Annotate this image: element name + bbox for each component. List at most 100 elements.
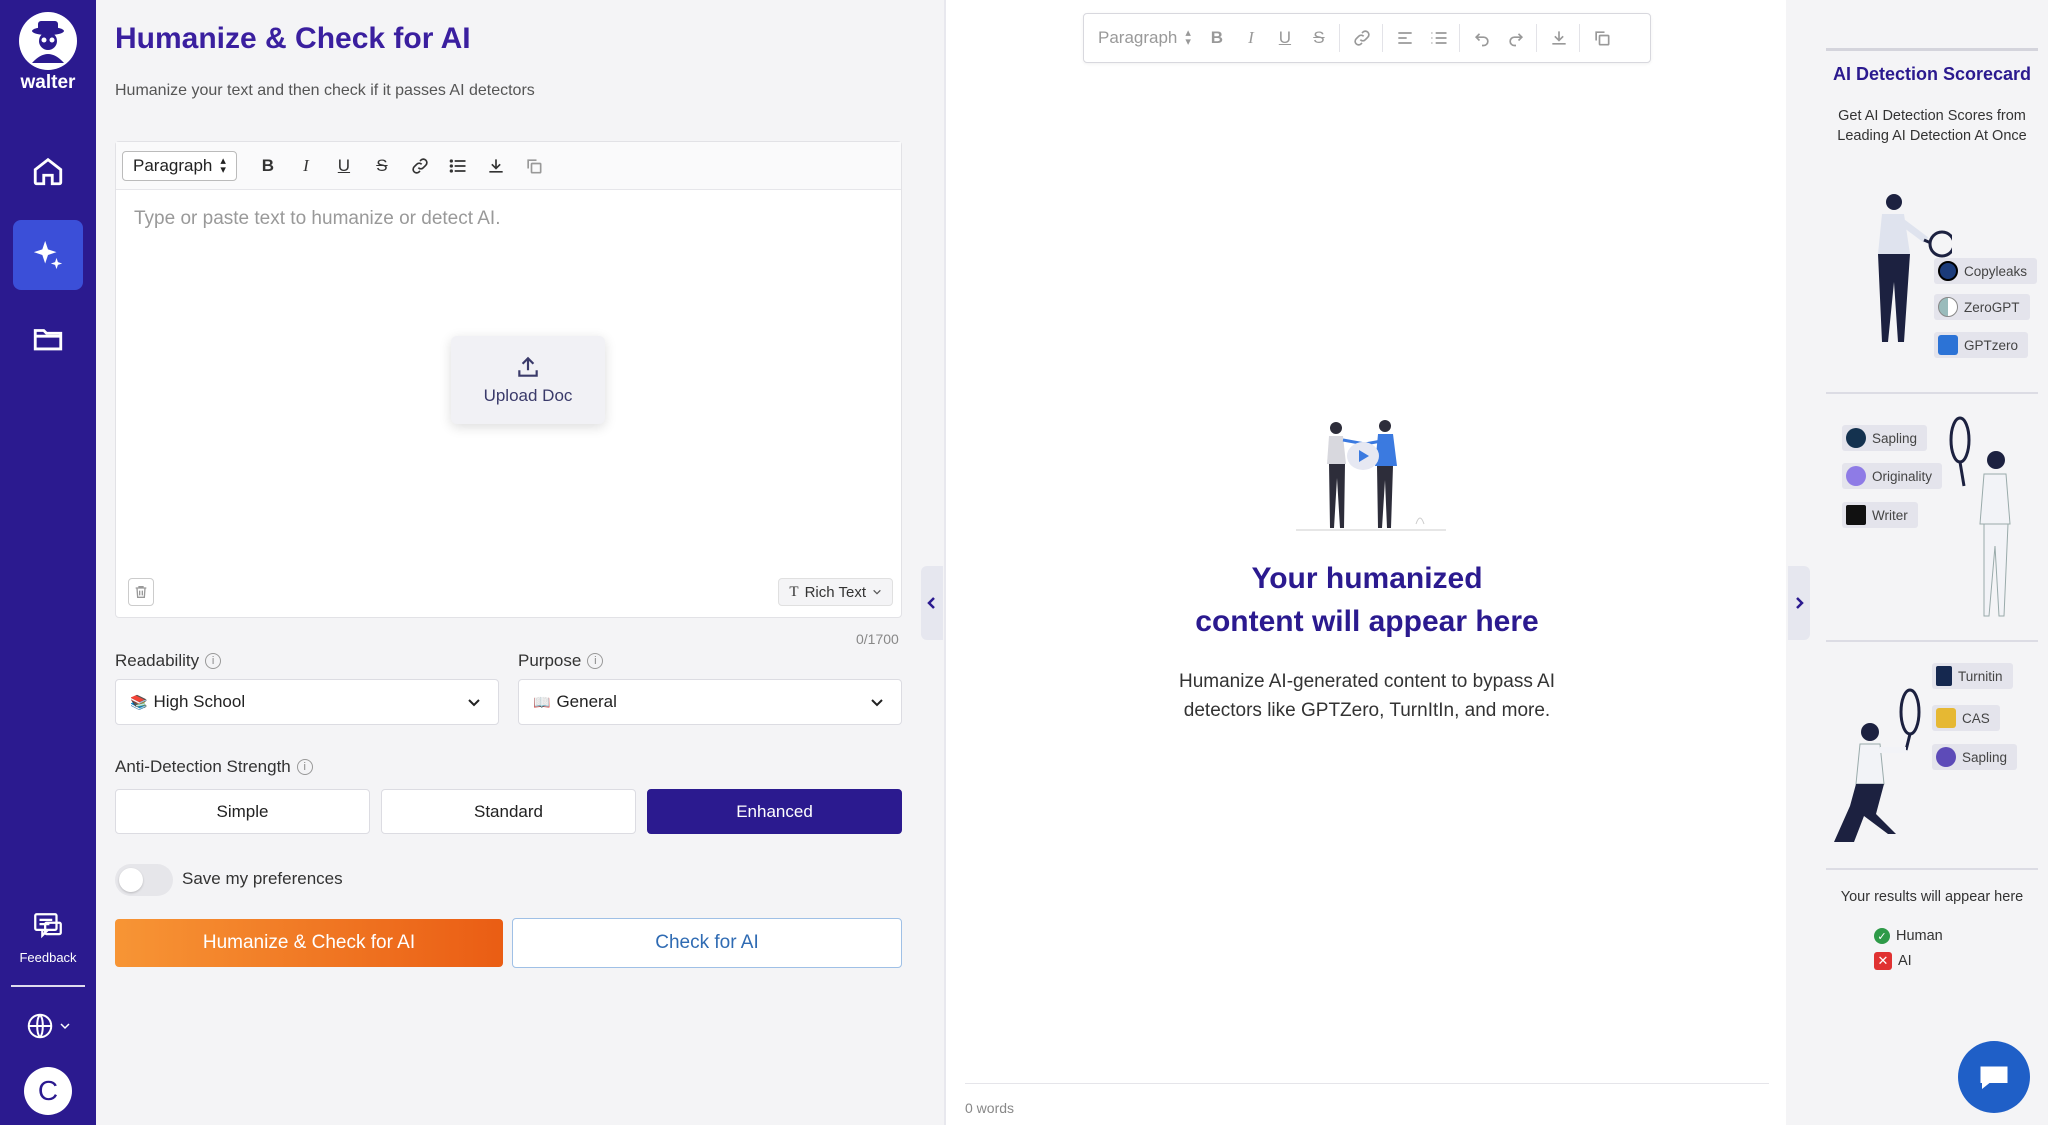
copy-icon[interactable]: [517, 149, 551, 183]
legend-human-label: Human: [1896, 928, 1943, 944]
readability-label-text: Readability: [115, 651, 200, 670]
collapse-left-button[interactable]: [921, 566, 943, 640]
editor-placeholder[interactable]: Type or paste text to humanize or detect…: [134, 208, 500, 230]
zerogpt-icon: [1938, 297, 1958, 317]
nav-humanize[interactable]: [13, 220, 83, 290]
info-icon[interactable]: i: [587, 653, 604, 669]
strength-option-standard[interactable]: Standard: [381, 789, 636, 834]
empty-state-illustration: [1296, 420, 1446, 531]
output-block-format-select[interactable]: Paragraph ▴ ▾: [1098, 28, 1191, 48]
output-panel: Paragraph ▴ ▾ B I U S Your humanized con…: [944, 0, 1786, 1125]
strength-label-text: Anti-Detection Strength: [115, 757, 291, 776]
strength-option-enhanced[interactable]: Enhanced: [647, 789, 902, 834]
detector-badge-originality: Originality: [1842, 463, 1943, 489]
chevron-down-icon: [60, 1023, 70, 1030]
upload-doc-button[interactable]: Upload Doc: [451, 336, 605, 424]
divider: [1826, 392, 2038, 394]
divider: [1826, 640, 2038, 642]
scorecard-subtitle-line-1: Get AI Detection Scores from: [1838, 108, 2026, 124]
page-subtitle: Humanize your text and then check if it …: [115, 82, 535, 99]
language-selector[interactable]: [25, 1011, 71, 1041]
align-left-icon[interactable]: [1389, 21, 1421, 55]
bold-icon[interactable]: B: [251, 149, 285, 183]
strikethrough-icon[interactable]: S: [1303, 21, 1335, 55]
editor-mode-select[interactable]: T Rich Text: [778, 578, 893, 606]
clear-button[interactable]: [128, 578, 154, 606]
upload-doc-label: Upload Doc: [483, 386, 573, 405]
bold-icon[interactable]: B: [1201, 21, 1233, 55]
legend-ai-label: AI: [1898, 953, 1912, 969]
toolbar-separator: [1338, 24, 1340, 52]
book-icon: 📖: [533, 693, 551, 710]
detector-name: Sapling: [1872, 430, 1918, 446]
purpose-label: Purpose i: [518, 651, 604, 671]
word-count: 0 words: [965, 1100, 1015, 1116]
bullet-list-icon[interactable]: [1423, 21, 1455, 55]
folder-icon: [33, 329, 63, 351]
empty-desc-line-1: Humanize AI-generated content to bypass …: [1178, 671, 1555, 692]
redo-icon[interactable]: [1500, 21, 1532, 55]
underline-icon[interactable]: U: [1269, 21, 1301, 55]
link-icon[interactable]: [1346, 21, 1378, 55]
divider: [965, 1083, 1769, 1084]
strength-option-simple[interactable]: Simple: [115, 789, 370, 834]
save-preferences-toggle[interactable]: [115, 864, 173, 896]
input-panel: Humanize & Check for AI Humanize your te…: [96, 0, 944, 1125]
bullet-list-icon[interactable]: [441, 149, 475, 183]
feedback-button[interactable]: Feedback: [19, 910, 77, 965]
output-block-format-label: Paragraph: [1098, 28, 1178, 47]
info-icon[interactable]: i: [296, 759, 313, 775]
underline-icon[interactable]: U: [327, 149, 361, 183]
output-toolbar: Paragraph ▴ ▾ B I U S: [1083, 13, 1651, 63]
chevron-down-icon: [468, 699, 480, 707]
nav-home[interactable]: [13, 136, 83, 206]
sidebar: walter Feedback C: [0, 0, 96, 1125]
chevron-down-icon: [873, 589, 881, 595]
readability-select[interactable]: 📚 High School: [115, 679, 499, 725]
download-icon[interactable]: [1543, 21, 1575, 55]
copyleaks-icon: [1938, 261, 1958, 281]
nav-documents[interactable]: [13, 304, 83, 374]
purpose-select[interactable]: 📖 General: [518, 679, 902, 725]
sapling-icon: [1846, 428, 1866, 448]
detector-name: Turnitin: [1958, 668, 2003, 684]
brand-logo[interactable]: walter: [19, 12, 77, 94]
brand-name: walter: [20, 72, 76, 93]
detector-name: CAS: [1962, 710, 1990, 726]
info-icon[interactable]: i: [205, 653, 222, 669]
page-title: Humanize & Check for AI: [115, 22, 471, 55]
collapse-right-button[interactable]: [1788, 566, 1810, 640]
scorecard-subtitle-line-2: Leading AI Detection At Once: [1837, 128, 2027, 144]
sort-icon: ▴ ▾: [1185, 27, 1191, 48]
writer-icon: [1846, 505, 1866, 525]
divider: [1826, 868, 2038, 870]
avatar[interactable]: C: [24, 1067, 72, 1115]
purpose-value: General: [556, 692, 617, 711]
check-ai-button[interactable]: Check for AI: [512, 918, 902, 968]
scorecard-title: AI Detection Scorecard: [1832, 64, 2032, 84]
detector-badge-cas: CAS: [1932, 705, 2000, 731]
magnifier-person-illustration: [1949, 416, 2011, 617]
results-placeholder: Your results will appear here: [1840, 889, 2024, 905]
chat-button[interactable]: [1958, 1041, 2030, 1113]
feedback-label: Feedback: [19, 950, 77, 965]
detector-name: GPTzero: [1964, 337, 2019, 353]
legend-human: ✓ Human: [1874, 928, 1943, 944]
chevron-left-icon: [927, 597, 935, 609]
humanize-check-button[interactable]: Humanize & Check for AI: [115, 919, 503, 967]
strikethrough-icon[interactable]: S: [365, 149, 399, 183]
input-editor[interactable]: Paragraph ▴ ▾ B I U S Type or paste text …: [115, 141, 902, 618]
char-counter: 0/1700: [856, 631, 899, 647]
detector-badge-copyleaks: Copyleaks: [1934, 258, 2038, 284]
copy-icon[interactable]: [1586, 21, 1618, 55]
detector-name: Sapling: [1962, 749, 2008, 765]
undo-icon[interactable]: [1466, 21, 1498, 55]
link-icon[interactable]: [403, 149, 437, 183]
download-icon[interactable]: [479, 149, 513, 183]
sidebar-divider: [11, 985, 85, 987]
italic-icon[interactable]: I: [289, 149, 323, 183]
empty-state-title: Your humanized content will appear here: [946, 557, 1788, 643]
block-format-select[interactable]: Paragraph ▴ ▾: [122, 150, 237, 181]
italic-icon[interactable]: I: [1235, 21, 1267, 55]
sapling-icon: [1936, 747, 1956, 767]
